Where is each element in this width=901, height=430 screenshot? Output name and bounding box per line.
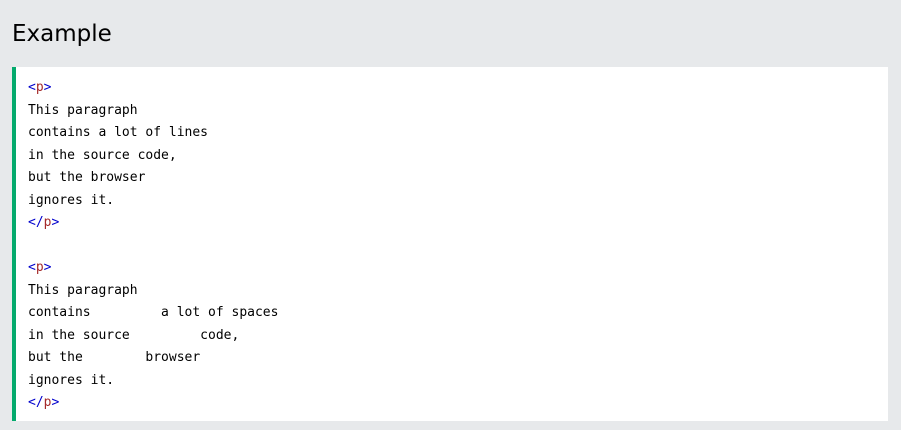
code-line: contains a lot of spaces <box>28 305 279 320</box>
p-open-tag-1: <p> <box>28 77 888 100</box>
code-line: contains a lot of lines <box>28 125 209 140</box>
code-line: This paragraph <box>28 102 138 118</box>
tag-name: p <box>35 80 44 95</box>
example-heading: Example <box>12 21 112 47</box>
tag-bracket: > <box>51 395 60 410</box>
code-line: but the browser <box>28 350 201 365</box>
code-line: in the source code, <box>28 147 177 163</box>
tag-bracket: > <box>43 80 52 95</box>
tag-bracket: > <box>51 215 60 230</box>
tag-name: p <box>35 260 44 275</box>
tag-bracket: > <box>43 260 52 275</box>
tag-bracket: < <box>28 260 36 275</box>
tag-bracket: < <box>28 80 36 95</box>
code-line: ignores it. <box>28 372 115 388</box>
code-line: in the source code, <box>28 327 240 343</box>
code-line: This paragraph <box>28 282 138 298</box>
p-open-tag-2: <p> <box>28 257 888 280</box>
p-close-tag-2: </p> <box>28 392 888 415</box>
code-line: ignores it. <box>28 192 115 208</box>
tag-bracket: </ <box>28 395 44 410</box>
code-example-box: <p> This paragraph contains a lot of lin… <box>12 67 888 421</box>
tag-bracket: </ <box>28 215 44 230</box>
p-close-tag-1: </p> <box>28 212 888 235</box>
code-line: but the browser <box>28 170 146 185</box>
